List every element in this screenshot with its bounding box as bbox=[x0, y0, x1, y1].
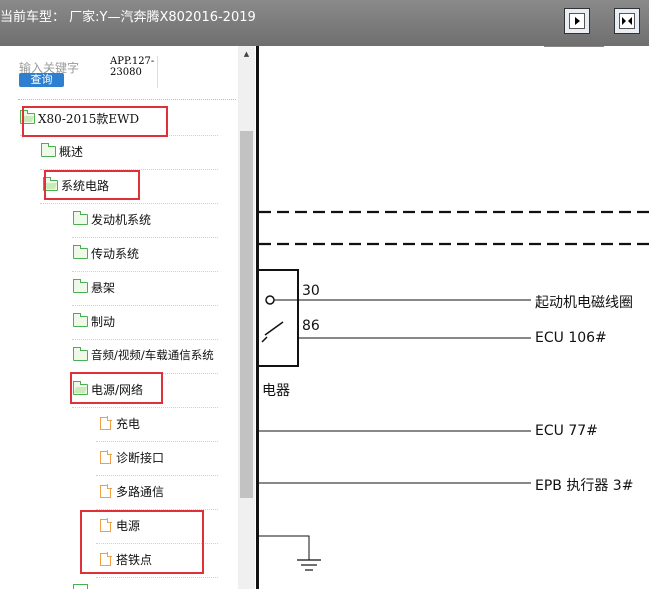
arrow-right-icon bbox=[569, 13, 585, 29]
wiring-diagram: 30 86 起动机电磁线圈 ECU 106# ECU 77# EPB 执行器 3… bbox=[259, 46, 649, 589]
tree-item-overview[interactable]: 概述 bbox=[40, 142, 84, 159]
tree-scrollbar[interactable]: ▲ bbox=[238, 46, 255, 589]
top-bar: 当前车型： 厂家:Y—汽奔腾X802016-2019 bbox=[0, 0, 649, 46]
tree-item-label: 概述 bbox=[59, 144, 84, 159]
row-divider bbox=[72, 339, 218, 340]
tree-item-multiplex[interactable]: 多路通信 bbox=[100, 483, 164, 499]
document-icon bbox=[100, 450, 112, 464]
folder-icon bbox=[72, 278, 88, 293]
row-divider bbox=[96, 475, 218, 476]
current-vehicle-title: 当前车型： 厂家:Y—汽奔腾X802016-2019 bbox=[0, 10, 256, 25]
row-divider bbox=[96, 577, 218, 578]
folder-icon bbox=[40, 142, 56, 157]
folder-icon bbox=[72, 312, 88, 327]
row-divider bbox=[72, 237, 218, 238]
highlight-box-system-circuits bbox=[44, 170, 140, 200]
row-divider bbox=[72, 407, 218, 408]
split-view-button[interactable] bbox=[614, 8, 640, 34]
highlight-box-power-network bbox=[70, 372, 163, 404]
row-divider bbox=[40, 203, 218, 204]
single-view-button[interactable] bbox=[564, 8, 590, 34]
search-divider bbox=[157, 56, 158, 88]
tree-item-audio-video[interactable]: 音频/视频/车载通信系统 bbox=[72, 346, 214, 363]
folder-icon bbox=[72, 244, 88, 259]
tree-item-charging[interactable]: 充电 bbox=[100, 415, 140, 431]
tree-item-brakes[interactable]: 制动 bbox=[72, 312, 116, 329]
tree-item-label: 发动机系统 bbox=[91, 212, 152, 227]
tree-item-label: 传动系统 bbox=[91, 246, 140, 261]
line-label-ecu-77: ECU 77# bbox=[535, 423, 598, 439]
highlight-box-power-ground bbox=[80, 510, 204, 574]
tree-item-label: 充电 bbox=[116, 416, 141, 431]
document-icon bbox=[100, 484, 112, 498]
app-version-label: APP.127-23080 bbox=[110, 56, 155, 78]
tree-item-diagnostic-port[interactable]: 诊断接口 bbox=[100, 449, 164, 465]
tree-item-label: 制动 bbox=[91, 314, 116, 329]
tree-divider bbox=[18, 99, 236, 100]
relay-label: 电器 bbox=[262, 383, 290, 399]
highlight-box-root bbox=[22, 106, 168, 137]
query-button[interactable]: 查询 bbox=[19, 73, 64, 87]
line-label-epb-actuator: EPB 执行器 3# bbox=[535, 478, 634, 494]
tree-item-label: 音频/视频/车载通信系统 bbox=[91, 348, 214, 362]
tree-item-engine-system[interactable]: 发动机系统 bbox=[72, 210, 152, 227]
pin-30-label: 30 bbox=[302, 283, 320, 299]
tree-item-label: 悬架 bbox=[91, 280, 116, 295]
folder-icon bbox=[72, 210, 88, 225]
line-label-ecu-106: ECU 106# bbox=[535, 330, 607, 346]
tree-item-label: 诊断接口 bbox=[116, 450, 165, 465]
row-divider bbox=[72, 305, 218, 306]
scrollbar-thumb[interactable] bbox=[240, 131, 253, 498]
tree-item-label: 多路通信 bbox=[116, 484, 165, 499]
row-divider bbox=[96, 441, 218, 442]
pin-86-label: 86 bbox=[302, 318, 320, 334]
arrows-inward-icon bbox=[619, 13, 635, 29]
tree-item-suspension[interactable]: 悬架 bbox=[72, 278, 116, 295]
tree-item-transmission[interactable]: 传动系统 bbox=[72, 244, 140, 261]
folder-icon bbox=[72, 346, 88, 361]
folder-icon bbox=[73, 584, 88, 589]
document-icon bbox=[100, 416, 112, 430]
row-divider bbox=[72, 271, 218, 272]
scroll-up-arrow-icon[interactable]: ▲ bbox=[238, 50, 255, 58]
tree-panel: 输入关键字 查询 APP.127-23080 X80-2015款EWD 概述 系… bbox=[0, 46, 256, 589]
line-label-starter-solenoid: 起动机电磁线圈 bbox=[535, 295, 633, 311]
